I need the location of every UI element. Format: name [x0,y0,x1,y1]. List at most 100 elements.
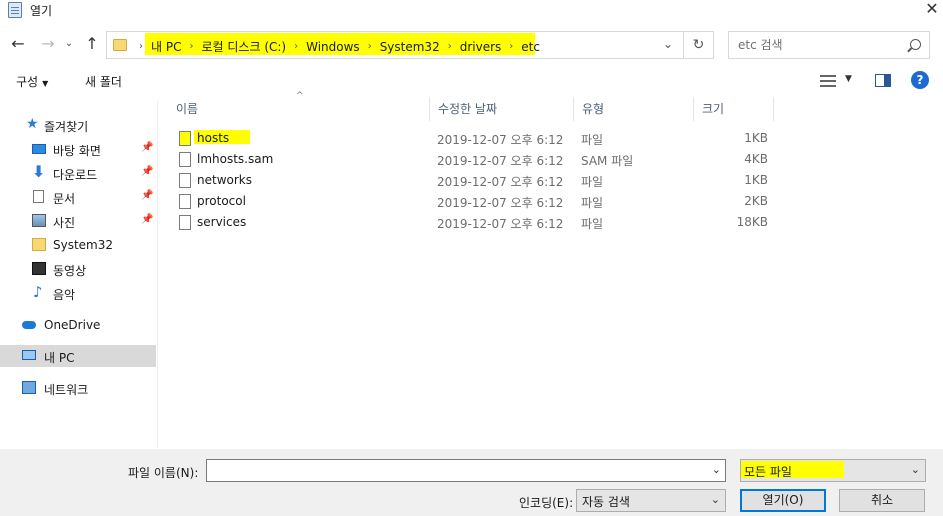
network-icon [22,381,36,394]
file-row[interactable]: networks 2019-12-07 오후 6:12 파일 1KB [160,170,780,191]
column-header-size[interactable]: 크기 [694,97,774,121]
cancel-button[interactable]: 취소 [839,489,925,512]
dialog-footer: 파일 이름(N): ⌄ 모든 파일 ⌄ 인코딩(E): 자동 검색 ⌄ 열기(O… [0,449,943,516]
pin-icon: 📌 [141,214,154,225]
address-dropdown-chevron-icon[interactable]: ⌄ [663,37,673,51]
file-name: protocol [197,194,246,208]
sidebar-item-videos[interactable]: 동영상 [0,258,156,280]
file-type: 파일 [581,196,604,210]
column-headers: ^ 이름 수정한 날짜 유형 크기 [160,91,943,121]
breadcrumb-separator[interactable]: › [509,41,513,52]
sidebar-item-label: 네트워크 [44,383,89,397]
breadcrumb-item-windows[interactable]: Windows [306,40,360,54]
pin-icon: 📌 [141,142,154,153]
sidebar-item-network[interactable]: 네트워크 [0,377,156,399]
column-header-name[interactable]: 이름 [168,97,430,121]
recent-locations-chevron-icon[interactable]: ⌄ [62,34,76,54]
up-arrow-icon[interactable]: ↑ [82,34,102,54]
sidebar-item-label: 다운로드 [53,168,98,182]
file-row[interactable]: hosts 2019-12-07 오후 6:12 파일 1KB [160,128,780,149]
sidebar-item-pictures[interactable]: 사진 📌 [0,210,156,232]
column-header-modified[interactable]: 수정한 날짜 [430,97,574,121]
music-icon: ♪ [33,283,43,301]
sidebar-item-quick-access[interactable]: ★ 즐겨찾기 [0,114,156,136]
preview-pane-icon[interactable] [875,74,891,87]
file-icon [179,152,191,167]
sidebar-item-system32[interactable]: System32 [0,234,156,256]
sidebar-item-downloads[interactable]: ⬇ 다운로드 📌 [0,162,156,184]
navigation-pane: ★ 즐겨찾기 바탕 화면 📌 ⬇ 다운로드 📌 문서 📌 사진 📌 System… [0,100,158,449]
window-title: 열기 [30,4,53,18]
file-size: 1KB [744,131,768,145]
encoding-dropdown-chevron-icon: ⌄ [710,493,720,506]
breadcrumb: › 내 PC › 로컬 디스크 (C:) › Windows › System3… [131,38,540,55]
search-input[interactable] [729,32,905,58]
video-icon [32,262,46,275]
command-toolbar: 구성 ▼ 새 폴더 ▼ ? [0,66,943,96]
organize-button[interactable]: 구성 ▼ [16,73,48,90]
file-size: 1KB [744,173,768,187]
file-row[interactable]: protocol 2019-12-07 오후 6:12 파일 2KB [160,191,780,212]
organize-label: 구성 [16,75,39,89]
sidebar-item-onedrive[interactable]: OneDrive [0,314,156,336]
sidebar-item-documents[interactable]: 문서 📌 [0,186,156,208]
desktop-icon [32,144,46,154]
file-row[interactable]: lmhosts.sam 2019-12-07 오후 6:12 SAM 파일 4K… [160,149,780,170]
notepad-icon [8,2,22,18]
file-name: hosts [197,131,230,145]
sidebar-item-music[interactable]: ♪ 음악 [0,282,156,304]
details-view-icon[interactable] [820,75,836,87]
file-type: 파일 [581,217,604,231]
help-icon[interactable]: ? [911,71,929,89]
file-modified: 2019-12-07 오후 6:12 [437,154,564,168]
sidebar-item-this-pc[interactable]: 내 PC [0,345,156,367]
file-type: 파일 [581,175,604,189]
breadcrumb-item-system32[interactable]: System32 [380,40,440,54]
address-bar[interactable]: › 내 PC › 로컬 디스크 (C:) › Windows › System3… [106,31,684,59]
back-arrow-icon[interactable]: ← [8,34,28,54]
forward-arrow-icon[interactable]: → [38,34,58,54]
breadcrumb-item-local-disk[interactable]: 로컬 디스크 (C:) [201,38,286,55]
breadcrumb-separator[interactable]: › [139,41,143,52]
file-modified: 2019-12-07 오후 6:12 [437,217,564,231]
breadcrumb-item-drivers[interactable]: drivers [460,40,502,54]
view-options-caret-icon[interactable]: ▼ [845,74,852,84]
search-icon[interactable] [910,39,921,50]
sidebar-item-label: 문서 [53,192,76,206]
sidebar-item-label: 음악 [53,288,76,302]
file-modified: 2019-12-07 오후 6:12 [437,133,564,147]
encoding-select[interactable]: 자동 검색 ⌄ [576,489,726,512]
folder-icon [32,238,46,251]
star-icon: ★ [26,116,39,132]
file-icon [179,173,191,188]
file-icon [179,194,191,209]
sidebar-item-label: 사진 [53,216,76,230]
close-button[interactable]: ✕ [921,0,943,20]
new-folder-button[interactable]: 새 폴더 [85,73,122,90]
filetype-value: 모든 파일 [744,465,792,479]
breadcrumb-item-this-pc[interactable]: 내 PC [151,38,181,55]
breadcrumb-item-etc[interactable]: etc [521,40,540,54]
sidebar-item-label: 즐겨찾기 [44,120,89,134]
computer-icon [22,350,36,360]
sidebar-item-desktop[interactable]: 바탕 화면 📌 [0,138,156,160]
sidebar-item-label: System32 [53,238,114,252]
sidebar-item-label: 내 PC [44,351,75,365]
refresh-button[interactable]: ↻ [684,31,714,59]
file-row[interactable]: services 2019-12-07 오후 6:12 파일 18KB [160,212,780,233]
filename-dropdown-chevron-icon[interactable]: ⌄ [712,463,721,476]
pin-icon: 📌 [141,166,154,177]
breadcrumb-separator[interactable]: › [368,41,372,52]
breadcrumb-separator[interactable]: › [294,41,298,52]
cloud-icon [22,321,36,329]
column-header-type[interactable]: 유형 [574,97,694,121]
breadcrumb-separator[interactable]: › [189,41,193,52]
file-type: 파일 [581,133,604,147]
file-name: services [197,215,247,229]
filetype-select[interactable]: 모든 파일 ⌄ [740,459,926,482]
filename-input[interactable] [207,460,707,481]
breadcrumb-separator[interactable]: › [448,41,452,52]
filename-combobox: ⌄ [206,459,726,482]
open-button[interactable]: 열기(O) [740,489,826,512]
file-size: 2KB [744,194,768,208]
